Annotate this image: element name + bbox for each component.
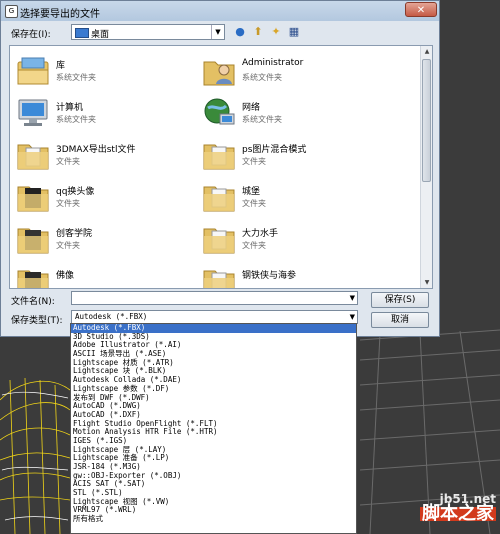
file-item-library[interactable]: 库 系统文件夹 <box>12 52 202 92</box>
filetype-option[interactable]: 所有格式 <box>71 514 356 524</box>
filename-label: 文件名(N): <box>11 297 55 307</box>
file-type: 文件夹 <box>242 241 266 250</box>
view-menu-icon[interactable]: ▦ <box>287 25 301 39</box>
filename-input[interactable]: ▼ <box>71 291 358 305</box>
location-dropdown[interactable]: 桌面 ▼ <box>71 24 225 40</box>
file-name: 城堡 <box>242 187 261 197</box>
filetype-options-list[interactable]: Autodesk (*.FBX) 3D Studio (*.3DS) Adobe I… <box>70 323 357 534</box>
title-bar[interactable]: G 选择要导出的文件 ✕ <box>1 1 439 21</box>
folder-icon <box>17 186 49 212</box>
file-name: 网络 <box>242 103 261 113</box>
app-icon: G <box>5 5 18 18</box>
file-type: 系统文件夹 <box>56 73 96 82</box>
filetype-value: Autodesk (*.FBX) <box>75 312 148 321</box>
file-type: 系统文件夹 <box>56 115 96 124</box>
back-icon[interactable]: ● <box>233 25 247 39</box>
file-item-computer[interactable]: 计算机 系统文件夹 <box>12 94 202 134</box>
file-name: 3DMAX导出stl文件 <box>56 145 136 155</box>
filetype-label: 保存类型(T): <box>11 316 63 326</box>
vertical-scrollbar[interactable]: ▲ ▼ <box>420 46 432 288</box>
cancel-button[interactable]: 取消 <box>371 312 429 328</box>
watermark-text: 脚本之家 <box>420 503 496 524</box>
desktop-icon <box>75 28 89 38</box>
close-icon: ✕ <box>416 5 426 16</box>
file-name: 创客学院 <box>56 229 93 239</box>
file-name: Administrator <box>242 58 304 68</box>
file-item-ps-blend[interactable]: ps图片混合模式 文件夹 <box>198 136 388 176</box>
file-type: 文件夹 <box>242 199 266 208</box>
filetype-dropdown[interactable]: Autodesk (*.FBX) ▼ <box>71 310 358 324</box>
file-list[interactable]: 库 系统文件夹 Administrator 系统文件夹 计算机 系统文件夹 网络… <box>9 45 433 289</box>
file-type: 文件夹 <box>56 199 80 208</box>
close-button[interactable]: ✕ <box>405 2 437 17</box>
up-folder-icon[interactable]: ⬆ <box>251 25 265 39</box>
file-item-administrator[interactable]: Administrator 系统文件夹 <box>198 52 388 92</box>
library-icon <box>17 57 49 85</box>
scrollbar-thumb[interactable] <box>422 59 431 182</box>
folder-icon <box>203 186 235 212</box>
save-dialog: G 选择要导出的文件 ✕ 保存在(I): 桌面 ▼ ● ⬆ ✦ ▦ 库 系统文件… <box>0 0 440 337</box>
folder-icon <box>203 228 235 254</box>
file-name: 计算机 <box>56 103 84 113</box>
folder-icon <box>203 270 235 288</box>
chevron-down-icon[interactable]: ▼ <box>211 25 224 39</box>
location-value: 桌面 <box>91 30 110 40</box>
file-item-3dmax-stl[interactable]: 3DMAX导出stl文件 文件夹 <box>12 136 202 176</box>
file-name: 大力水手 <box>242 229 279 239</box>
folder-icon <box>203 144 235 170</box>
dialog-title: 选择要导出的文件 <box>20 9 100 20</box>
filetype-option[interactable]: VRML97 (*.WRL) <box>71 506 356 515</box>
network-icon <box>204 98 235 125</box>
file-item-popeye[interactable]: 大力水手 文件夹 <box>198 220 388 260</box>
file-type: 系统文件夹 <box>242 115 282 124</box>
file-item-castle[interactable]: 城堡 文件夹 <box>198 178 388 218</box>
chevron-down-icon[interactable]: ▼ <box>350 311 355 323</box>
file-type: 文件夹 <box>56 241 80 250</box>
file-name: qq换头像 <box>56 187 95 197</box>
file-item-ironman[interactable]: 钢铁侠与海参 <box>198 262 388 288</box>
file-item-qq-avatar[interactable]: qq换头像 文件夹 <box>12 178 202 218</box>
folder-icon <box>17 228 49 254</box>
file-type: 系统文件夹 <box>242 73 282 82</box>
file-item-maker-academy[interactable]: 创客学院 文件夹 <box>12 220 202 260</box>
file-name: 钢铁侠与海参 <box>242 271 297 281</box>
file-item-network[interactable]: 网络 系统文件夹 <box>198 94 388 134</box>
file-name: ps图片混合模式 <box>242 145 307 155</box>
file-type: 文件夹 <box>242 157 266 166</box>
chevron-down-icon[interactable]: ▼ <box>350 292 355 304</box>
watermark: jb51.net 脚本之家 <box>420 492 496 524</box>
file-item-buddha[interactable]: 佛像 <box>12 262 202 288</box>
computer-icon <box>18 99 48 126</box>
new-folder-icon[interactable]: ✦ <box>269 25 283 39</box>
save-in-label: 保存在(I): <box>11 30 51 40</box>
folder-icon <box>17 270 49 288</box>
file-name: 佛像 <box>56 271 75 281</box>
file-type: 文件夹 <box>56 157 80 166</box>
folder-icon <box>17 144 49 170</box>
file-name: 库 <box>56 61 66 71</box>
scroll-down-icon[interactable]: ▼ <box>421 277 432 288</box>
scroll-up-icon[interactable]: ▲ <box>421 46 432 57</box>
save-button[interactable]: 保存(S) <box>371 292 429 308</box>
user-folder-icon <box>203 61 235 86</box>
